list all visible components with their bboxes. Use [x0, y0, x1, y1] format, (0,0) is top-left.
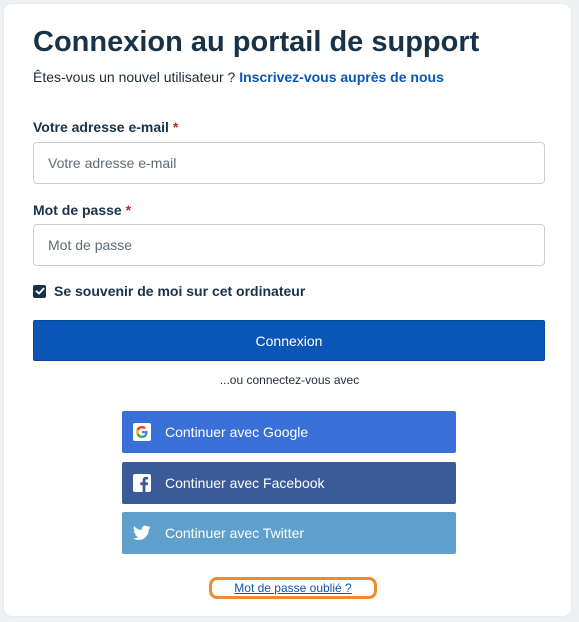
login-card: Connexion au portail de support Êtes-vou…	[4, 4, 571, 616]
email-field[interactable]	[33, 142, 545, 184]
page-title: Connexion au portail de support	[33, 26, 480, 58]
signup-prompt: Êtes-vous un nouvel utilisateur ? Inscri…	[33, 69, 444, 85]
google-login-label: Continuer avec Google	[165, 424, 309, 440]
google-icon	[133, 423, 151, 441]
facebook-login-label: Continuer avec Facebook	[165, 475, 325, 491]
remember-me-checkbox[interactable]	[33, 284, 46, 298]
password-label-text: Mot de passe	[33, 202, 122, 218]
twitter-icon	[133, 524, 151, 542]
checkmark-icon	[35, 287, 44, 295]
twitter-login-label: Continuer avec Twitter	[165, 525, 305, 541]
password-field[interactable]	[33, 224, 545, 266]
facebook-login-button[interactable]: Continuer avec Facebook	[122, 462, 456, 504]
password-required-mark: *	[125, 202, 132, 218]
password-label: Mot de passe *	[33, 202, 131, 218]
email-required-mark: *	[172, 119, 179, 135]
signup-prompt-text: Êtes-vous un nouvel utilisateur ?	[33, 69, 240, 85]
email-label-text: Votre adresse e-mail	[33, 119, 169, 135]
signup-link[interactable]: Inscrivez-vous auprès de nous	[239, 69, 444, 85]
social-divider-text: ...ou connectez-vous avec	[219, 373, 360, 387]
remember-me-toggle[interactable]: Se souvenir de moi sur cet ordinateur	[33, 283, 305, 299]
forgot-password-link[interactable]: Mot de passe oublié ?	[209, 577, 377, 599]
google-login-button[interactable]: Continuer avec Google	[122, 411, 456, 453]
remember-me-label: Se souvenir de moi sur cet ordinateur	[54, 283, 306, 299]
email-label: Votre adresse e-mail *	[33, 119, 178, 135]
twitter-login-button[interactable]: Continuer avec Twitter	[122, 512, 456, 554]
facebook-icon	[133, 474, 151, 492]
login-button[interactable]: Connexion	[33, 320, 545, 361]
